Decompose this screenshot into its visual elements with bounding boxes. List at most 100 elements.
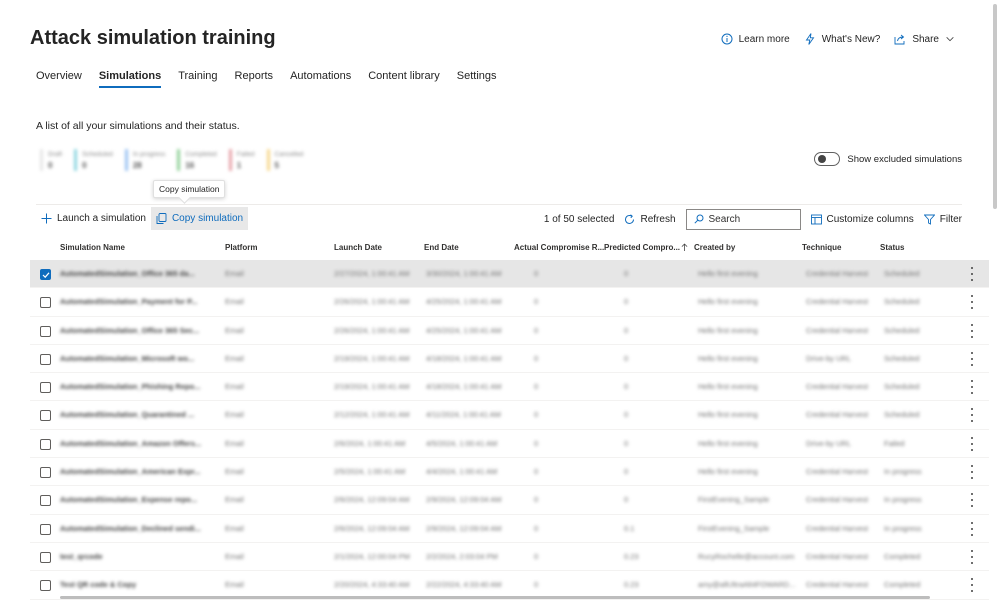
- tab-settings[interactable]: Settings: [457, 70, 497, 88]
- column-header-simulation-name[interactable]: Simulation Name: [60, 243, 125, 252]
- more-options-icon[interactable]: [971, 380, 975, 395]
- cell-created-by: FirstEvening_Sample: [698, 495, 770, 505]
- table-row[interactable]: AutomatedSimulation_Declined sendi... Ema…: [30, 515, 989, 543]
- row-checkbox[interactable]: [40, 438, 51, 450]
- customize-columns-button[interactable]: Customize columns: [810, 208, 914, 231]
- cell-simulation-name[interactable]: Test QR code & Copy: [60, 580, 136, 589]
- horizontal-scrollbar-thumb[interactable]: [60, 596, 930, 599]
- row-checkbox[interactable]: [40, 410, 51, 422]
- column-header-actual-compromise-rate[interactable]: Actual Compromise R...: [514, 243, 604, 252]
- tab-overview[interactable]: Overview: [36, 70, 82, 88]
- tab-reports[interactable]: Reports: [235, 70, 274, 88]
- cell-simulation-name[interactable]: AutomatedSimulation_Declined sendi...: [60, 524, 201, 533]
- refresh-button[interactable]: Refresh: [624, 208, 676, 231]
- status-card[interactable]: Completed 16: [177, 149, 217, 171]
- filter-button[interactable]: Filter: [923, 208, 962, 231]
- row-checkbox[interactable]: [40, 382, 51, 394]
- table-row[interactable]: AutomatedSimulation_Payment for P... Emai…: [30, 288, 989, 317]
- cell-status: Completed: [884, 580, 921, 590]
- more-options-icon[interactable]: [971, 323, 975, 338]
- cell-simulation-name[interactable]: AutomatedSimulation_Phishing Repo...: [60, 382, 200, 391]
- cell-status: Scheduled: [884, 410, 920, 420]
- row-checkbox[interactable]: [40, 353, 51, 365]
- sort-ascending-icon[interactable]: [681, 243, 688, 254]
- column-header-end-date[interactable]: End Date: [424, 243, 459, 252]
- cell-status: Scheduled: [884, 269, 920, 278]
- cell-launch-date: 2/20/2024, 4:33:40 AM: [334, 580, 410, 590]
- more-options-icon[interactable]: [971, 521, 975, 536]
- share-button[interactable]: Share: [894, 33, 955, 45]
- row-checkbox[interactable]: [40, 325, 51, 337]
- status-card[interactable]: Failed 1: [228, 149, 255, 171]
- column-header-platform[interactable]: Platform: [225, 243, 257, 252]
- status-card[interactable]: Draft 0: [40, 149, 62, 171]
- share-icon: [894, 34, 905, 45]
- tab-training[interactable]: Training: [178, 70, 217, 88]
- tab-content-library[interactable]: Content library: [368, 70, 440, 88]
- cell-simulation-name[interactable]: AutomatedSimulation_Amazon Offers...: [60, 439, 201, 448]
- show-excluded-toggle[interactable]: [814, 152, 841, 166]
- cell-predicted-compromise: 0: [624, 269, 629, 278]
- cell-actual-compromise: 0: [534, 297, 539, 307]
- cell-simulation-name[interactable]: AutomatedSimulation_Office 365 Sec...: [60, 326, 199, 335]
- tab-automations[interactable]: Automations: [290, 70, 351, 88]
- row-checkbox[interactable]: [40, 297, 51, 309]
- page-title: Attack simulation training: [30, 27, 276, 49]
- cell-predicted-compromise: 0.23: [624, 580, 639, 590]
- copy-simulation-button[interactable]: Copy simulation: [150, 207, 249, 230]
- table-row[interactable]: AutomatedSimulation_Expense repo... Email…: [30, 486, 989, 515]
- cell-simulation-name[interactable]: AutomatedSimulation_Microsoft wo...: [60, 354, 194, 363]
- table-row[interactable]: AutomatedSimulation_American Expr... Emai…: [30, 458, 989, 487]
- status-color-bar: [74, 149, 78, 171]
- vertical-scrollbar-thumb[interactable]: [993, 4, 997, 209]
- more-options-icon[interactable]: [971, 408, 975, 423]
- row-checkbox[interactable]: [40, 551, 51, 563]
- table-row[interactable]: AutomatedSimulation_Amazon Offers... Emai…: [30, 430, 989, 459]
- cell-simulation-name[interactable]: AutomatedSimulation_Office 365 da...: [60, 269, 195, 278]
- learn-more-link[interactable]: Learn more: [721, 33, 790, 45]
- cell-simulation-name[interactable]: AutomatedSimulation_Quarantined ...: [60, 410, 194, 419]
- more-options-icon[interactable]: [971, 436, 975, 451]
- column-header-status[interactable]: Status: [880, 243, 904, 252]
- cell-actual-compromise: 0: [534, 325, 539, 335]
- whats-new-label: What's New?: [821, 33, 881, 45]
- table-row[interactable]: AutomatedSimulation_Quarantined ... Email…: [30, 401, 989, 430]
- more-options-icon[interactable]: [971, 295, 975, 310]
- cell-created-by: Hello first evening: [698, 438, 758, 448]
- cell-simulation-name[interactable]: test_qrcode: [60, 552, 103, 561]
- launch-simulation-button[interactable]: Launch a simulation: [36, 207, 151, 230]
- more-options-icon[interactable]: [971, 267, 975, 281]
- tab-simulations[interactable]: Simulations: [98, 70, 162, 88]
- more-options-icon[interactable]: [971, 578, 975, 593]
- row-checkbox[interactable]: [40, 523, 51, 535]
- row-checkbox[interactable]: [40, 580, 51, 592]
- status-card[interactable]: In progress 28: [124, 149, 165, 171]
- table-row[interactable]: test_qrcode Email 2/1/2024, 12:00:04 PM 2/2…: [30, 543, 989, 572]
- cell-simulation-name[interactable]: AutomatedSimulation_Expense repo...: [60, 495, 197, 504]
- status-card[interactable]: Scheduled 0: [74, 149, 113, 171]
- table-row[interactable]: AutomatedSimulation_Phishing Repo... Emai…: [30, 373, 989, 402]
- status-card[interactable]: Cancelled 5: [266, 149, 303, 171]
- column-header-launch-date[interactable]: Launch Date: [334, 243, 382, 252]
- cell-simulation-name[interactable]: AutomatedSimulation_Payment for P...: [60, 297, 197, 306]
- more-options-icon[interactable]: [971, 549, 975, 564]
- table-row[interactable]: AutomatedSimulation_Microsoft wo... Email…: [30, 345, 989, 374]
- table-row[interactable]: AutomatedSimulation_Office 365 da... Emai…: [30, 260, 989, 289]
- whats-new-link[interactable]: What's New?: [804, 33, 881, 45]
- divider: [36, 204, 962, 205]
- column-header-technique[interactable]: Technique: [802, 243, 841, 252]
- cell-actual-compromise: 0: [534, 410, 539, 420]
- column-header-predicted-compromise[interactable]: Predicted Compro...: [604, 243, 680, 252]
- column-header-created-by[interactable]: Created by: [694, 243, 735, 252]
- cell-simulation-name[interactable]: AutomatedSimulation_American Expr...: [60, 467, 200, 476]
- table-row[interactable]: AutomatedSimulation_Office 365 Sec... Ema…: [30, 317, 989, 345]
- more-options-icon[interactable]: [971, 351, 975, 366]
- more-options-icon[interactable]: [971, 465, 975, 480]
- row-checkbox[interactable]: [40, 467, 51, 479]
- row-checkbox[interactable]: [40, 269, 51, 280]
- more-options-icon[interactable]: [971, 493, 975, 508]
- vertical-scrollbar[interactable]: [991, 0, 998, 600]
- row-checkbox[interactable]: [40, 495, 51, 507]
- search-input[interactable]: Search: [685, 208, 801, 230]
- cell-created-by: Hello first evening: [698, 325, 758, 335]
